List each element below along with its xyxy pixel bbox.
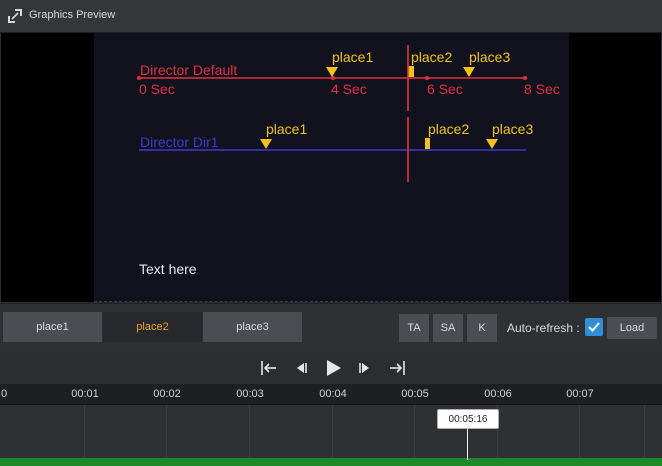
default-tick-8 [523,76,527,80]
ruler-tick-label: 00:07 [566,388,594,400]
default-tick-0 [137,76,141,80]
default-marker-place2-label: place2 [411,49,452,65]
dir1-marker-place1 [260,139,272,149]
dir1-marker-place2-label: place2 [428,121,469,137]
step-back-icon[interactable] [290,358,312,378]
dir1-marker-place2 [425,138,430,149]
dir1-marker-place3 [486,139,498,149]
preview-area: Director Default 0 Sec 4 Sec 6 Sec 8 Sec… [1,33,661,302]
default-marker-place3-label: place3 [469,49,510,65]
ruler-tick-label: 00:04 [319,388,347,400]
ruler-tick-label: 00:03 [236,388,264,400]
grid-line [166,405,167,461]
time-label-4: 4 Sec [331,81,367,97]
ruler-tick-label: 00:05 [401,388,429,400]
grid-line [332,405,333,461]
sa-button[interactable]: SA [433,314,463,342]
go-to-start-icon[interactable] [258,358,280,378]
grid-line [249,405,250,461]
default-marker-place1 [326,67,338,77]
time-label-0: 0 Sec [139,81,175,97]
grid-line [84,405,85,461]
director-dir1-label: Director Dir1 [140,134,219,150]
ruler-tick-label: 00:01 [71,388,99,400]
time-ruler[interactable]: 0 00:01 00:02 00:03 00:04 00:05 00:06 00… [0,384,662,405]
timeline-progress-bar [0,458,662,466]
graphics-canvas: Director Default 0 Sec 4 Sec 6 Sec 8 Sec… [94,33,569,302]
default-tick-6 [425,76,429,80]
grid-line [414,405,415,461]
place1-button[interactable]: place1 [3,312,102,342]
go-to-end-icon[interactable] [386,358,408,378]
auto-refresh-label: Auto-refresh : [507,321,580,335]
dir1-marker-place3-label: place3 [492,121,533,137]
place3-button[interactable]: place3 [203,312,302,342]
timeline-track[interactable] [0,405,662,461]
auto-refresh-checkbox[interactable] [585,318,603,336]
ruler-tick-label: 00:02 [153,388,181,400]
dir1-marker-place1-label: place1 [266,121,307,137]
default-marker-place3 [463,67,475,77]
grid-line [579,405,580,461]
checkmark-icon [588,322,600,332]
place2-button[interactable]: place2 [103,312,202,342]
play-icon[interactable] [322,358,344,378]
director-default-label: Director Default [140,62,237,78]
playhead-time[interactable]: 00:05:16 [437,409,499,429]
default-marker-place2 [408,66,414,77]
transport-controls [0,352,662,384]
window-title: Graphics Preview [29,9,116,21]
step-forward-icon[interactable] [354,358,376,378]
default-tick-4 [331,76,335,80]
default-marker-place1-label: place1 [332,49,373,65]
title-bar: Graphics Preview [0,0,662,33]
time-label-8: 8 Sec [524,81,560,97]
ta-button[interactable]: TA [399,314,429,342]
k-button[interactable]: K [467,314,497,342]
load-button[interactable]: Load [607,317,657,339]
canvas-text: Text here [139,261,197,277]
time-label-6: 6 Sec [427,81,463,97]
ruler-tick-label: 00:06 [484,388,512,400]
graphics-preview-icon [8,9,22,23]
control-row: place1 place2 place3 TA SA K Auto-refres… [0,303,662,353]
ruler-tick-label: 0 [0,388,8,400]
grid-line [644,405,645,461]
